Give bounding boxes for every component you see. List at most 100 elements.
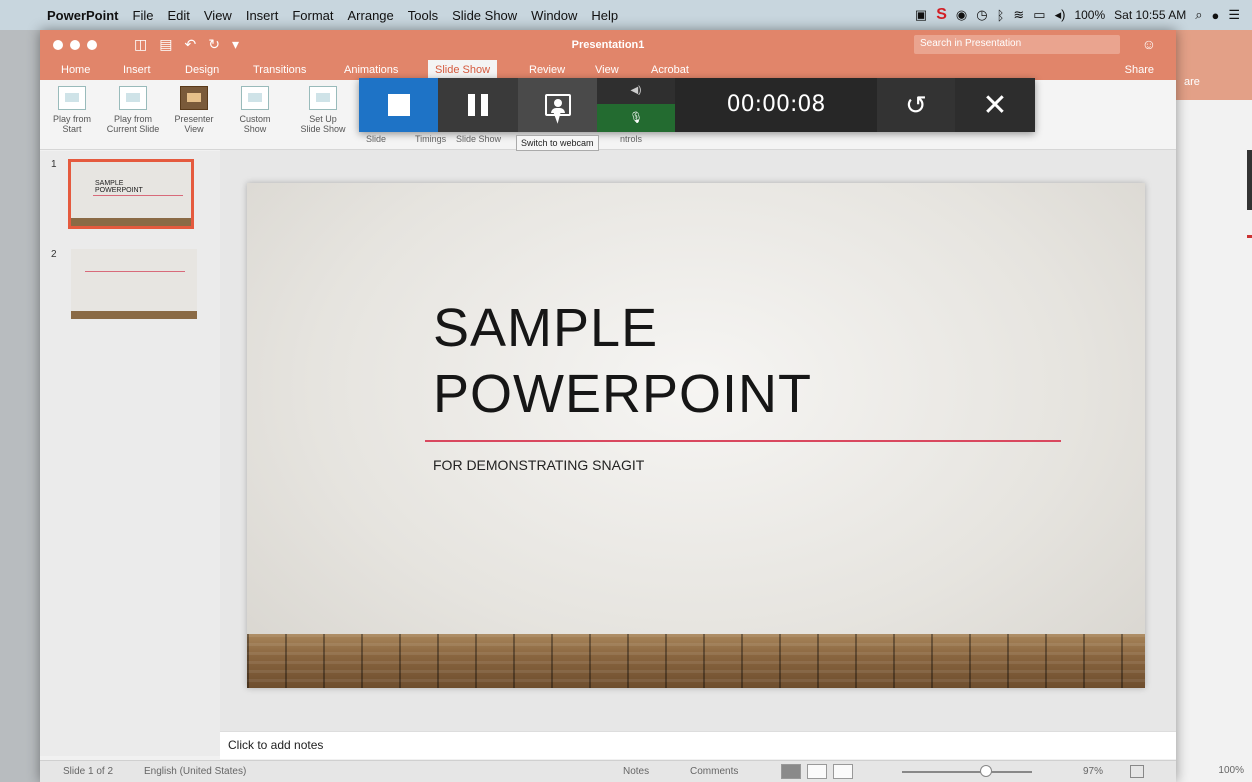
ribbon-label: View bbox=[184, 124, 204, 134]
cancel-recording-button[interactable]: ✕ bbox=[955, 78, 1035, 132]
tab-view[interactable]: View bbox=[588, 60, 626, 80]
thumbnail-floor bbox=[71, 218, 191, 226]
ribbon-label: Play from bbox=[113, 114, 152, 124]
time-machine-icon[interactable]: ◷ bbox=[976, 7, 987, 23]
ribbon-label: Play from bbox=[52, 114, 91, 124]
recording-toolbar: ◀) 🎙 00:00:08 ↺ ✕ bbox=[359, 78, 1035, 132]
notes-field[interactable]: Click to add notes bbox=[220, 731, 1176, 759]
restart-recording-button[interactable]: ↺ bbox=[877, 78, 955, 132]
slide-editor-canvas: SAMPLE POWERPOINT FOR DEMONSTRATING SNAG… bbox=[220, 150, 1176, 756]
tab-acrobat[interactable]: Acrobat bbox=[644, 60, 696, 80]
zoom-slider-handle[interactable] bbox=[980, 765, 992, 777]
custom-show-icon bbox=[241, 86, 269, 110]
bluetooth-icon[interactable]: ᛒ bbox=[997, 8, 1005, 23]
menu-app-name[interactable]: PowerPoint bbox=[40, 8, 126, 23]
tab-home[interactable]: Home bbox=[54, 60, 97, 80]
menu-view[interactable]: View bbox=[197, 8, 239, 23]
slide-thumbnail-pane: 1 SAMPLE POWERPOINT 2 bbox=[40, 151, 220, 756]
system-audio-icon[interactable]: ◀) bbox=[630, 78, 641, 104]
menu-edit[interactable]: Edit bbox=[160, 8, 196, 23]
reading-view-icon[interactable] bbox=[833, 764, 853, 779]
tab-slide-show[interactable]: Slide Show bbox=[428, 60, 498, 80]
zoom-level[interactable]: 97% bbox=[1083, 766, 1103, 777]
thumbnail-floor bbox=[71, 311, 197, 319]
language-indicator[interactable]: English (United States) bbox=[144, 766, 246, 777]
comments-button[interactable]: Comments bbox=[690, 766, 738, 777]
ribbon-label: Start bbox=[62, 124, 82, 134]
slide-title[interactable]: SAMPLE POWERPOINT bbox=[433, 295, 812, 427]
menu-tools[interactable]: Tools bbox=[401, 8, 445, 23]
ribbon-tabs: Home Insert Design Transitions Animation… bbox=[40, 60, 1176, 80]
globe-icon[interactable]: ◉ bbox=[956, 7, 967, 23]
search-input[interactable]: Search in Presentation bbox=[914, 35, 1120, 54]
volume-icon[interactable]: ◂) bbox=[1055, 7, 1066, 23]
play-from-current-slide-button[interactable]: Play from Current Slide bbox=[102, 86, 164, 134]
notification-center-icon[interactable]: ☰ bbox=[1228, 7, 1240, 23]
siri-icon[interactable]: ● bbox=[1211, 8, 1219, 23]
airplay-icon[interactable]: ▭ bbox=[1033, 7, 1045, 23]
stop-recording-button[interactable] bbox=[359, 78, 438, 132]
switch-to-webcam-button[interactable] bbox=[518, 78, 597, 132]
slide[interactable]: SAMPLE POWERPOINT FOR DEMONSTRATING SNAG… bbox=[247, 183, 1145, 688]
tab-insert[interactable]: Insert bbox=[116, 60, 158, 80]
tab-animations[interactable]: Animations bbox=[337, 60, 405, 80]
restart-icon: ↺ bbox=[905, 89, 927, 120]
custom-show-button[interactable]: Custom Show bbox=[230, 86, 280, 134]
menu-slide-show[interactable]: Slide Show bbox=[445, 8, 524, 23]
share-button[interactable]: Share bbox=[1125, 60, 1154, 80]
menu-file[interactable]: File bbox=[126, 8, 161, 23]
menu-window[interactable]: Window bbox=[524, 8, 584, 23]
presenter-view-button[interactable]: Presenter View bbox=[166, 86, 222, 134]
ribbon-label: Show bbox=[243, 124, 267, 134]
tab-review[interactable]: Review bbox=[522, 60, 572, 80]
background-marker bbox=[1247, 235, 1252, 238]
slide-title-line: POWERPOINT bbox=[433, 364, 813, 424]
wifi-icon[interactable]: ≋ bbox=[1013, 7, 1024, 23]
battery-indicator[interactable]: 100% bbox=[1074, 8, 1105, 22]
recording-timer: 00:00:08 bbox=[726, 92, 826, 117]
background-scrollbar bbox=[1247, 150, 1252, 210]
play-from-start-button[interactable]: Play from Start bbox=[44, 86, 100, 134]
clock[interactable]: Sat 10:55 AM bbox=[1114, 8, 1186, 22]
audio-controls[interactable]: ◀) 🎙 bbox=[597, 78, 675, 132]
play-from-start-icon bbox=[58, 86, 86, 110]
webcam-tooltip: Switch to webcam bbox=[516, 135, 599, 151]
microphone-icon[interactable]: 🎙 bbox=[597, 104, 675, 132]
slide-thumbnail-2[interactable] bbox=[71, 249, 197, 319]
set-up-slide-show-button[interactable]: Set Up Slide Show bbox=[296, 86, 350, 134]
slide-title-line: SAMPLE bbox=[433, 298, 659, 358]
stop-icon bbox=[387, 94, 410, 116]
status-bar: Slide 1 of 2 English (United States) Not… bbox=[40, 760, 1176, 782]
title-bar: ◫ ▤ ↶ ↻ ▾ Presentation1 Search in Presen… bbox=[40, 30, 1176, 60]
menu-insert[interactable]: Insert bbox=[239, 8, 286, 23]
slide-sorter-icon[interactable] bbox=[807, 764, 827, 779]
tab-transitions[interactable]: Transitions bbox=[246, 60, 313, 80]
ribbon-group-label: Slide bbox=[366, 134, 387, 144]
fit-to-window-icon[interactable] bbox=[1130, 765, 1144, 778]
zoom-slider[interactable] bbox=[902, 771, 1032, 773]
status-item-icon[interactable]: ▣ bbox=[915, 7, 927, 23]
snagit-icon[interactable]: S bbox=[936, 6, 947, 24]
tab-design[interactable]: Design bbox=[178, 60, 226, 80]
menu-bar: PowerPoint File Edit View Insert Format … bbox=[0, 0, 1252, 30]
slide-counter: Slide 1 of 2 bbox=[63, 766, 114, 777]
ribbon-group-label: Slide Show bbox=[456, 134, 502, 144]
ribbon-group-label: Timings bbox=[415, 134, 447, 144]
pause-recording-button[interactable] bbox=[438, 78, 518, 132]
slide-subtitle[interactable]: FOR DEMONSTRATING SNAGIT bbox=[433, 457, 644, 473]
notes-toggle-button[interactable]: Notes bbox=[623, 766, 649, 777]
set-up-slide-show-icon bbox=[309, 86, 337, 110]
menu-help[interactable]: Help bbox=[584, 8, 625, 23]
ribbon-group-label: ntrols bbox=[620, 134, 643, 144]
menu-arrange[interactable]: Arrange bbox=[341, 8, 401, 23]
menu-format[interactable]: Format bbox=[285, 8, 340, 23]
background-zoom: 100% bbox=[1218, 765, 1244, 776]
ribbon-label: Set Up bbox=[309, 114, 337, 124]
ribbon-label: Presenter bbox=[174, 114, 214, 124]
normal-view-icon[interactable] bbox=[781, 764, 801, 779]
wood-floor-image bbox=[247, 634, 1145, 688]
spotlight-icon[interactable]: ⌕ bbox=[1195, 7, 1202, 23]
feedback-smiley-icon[interactable]: ☺ bbox=[1142, 36, 1156, 52]
slide-thumbnail-1[interactable]: SAMPLE POWERPOINT bbox=[68, 159, 194, 229]
ribbon-label: Slide Show bbox=[300, 124, 346, 134]
